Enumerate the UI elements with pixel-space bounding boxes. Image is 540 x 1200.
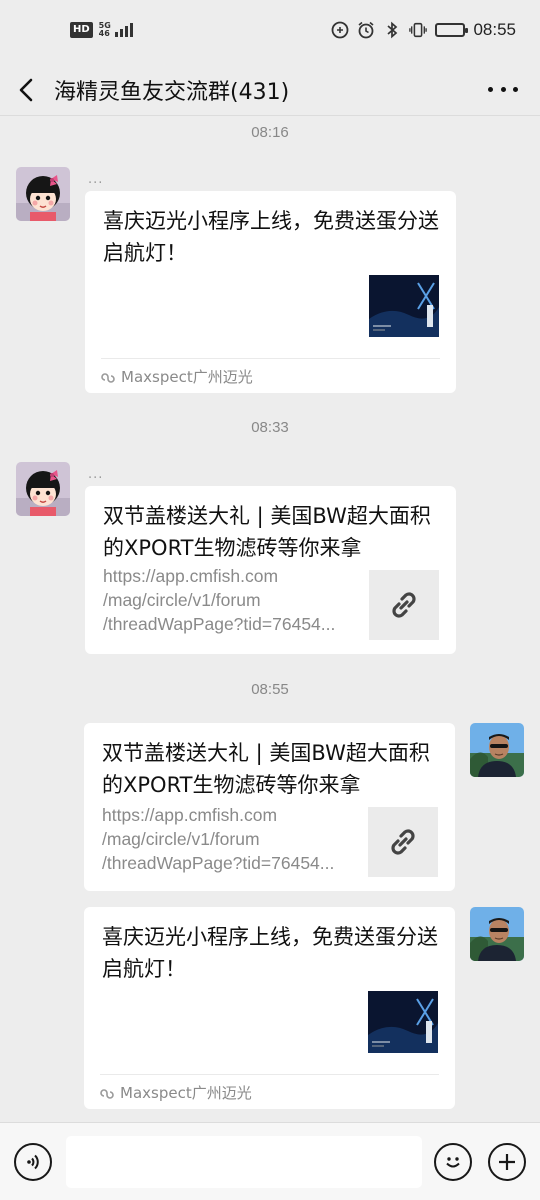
- link-card[interactable]: 双节盖楼送大礼 | 美国BW超大面积的XPORT生物滤砖等你来拿 https:/…: [84, 723, 455, 891]
- plus-button[interactable]: [488, 1143, 526, 1181]
- voice-button[interactable]: [14, 1143, 52, 1181]
- card-title: 双节盖楼送大礼 | 美国BW超大面积的XPORT生物滤砖等你来拿: [103, 504, 431, 560]
- timestamp: 08:55: [251, 681, 289, 698]
- alarm-icon: [357, 21, 375, 39]
- card-source: Maxspect广州迈光: [100, 1082, 252, 1103]
- avatar[interactable]: [16, 462, 70, 516]
- man-photo-avatar-icon: [470, 723, 524, 777]
- card-url-line: https://app.cmfish.com: [102, 805, 278, 825]
- message-list[interactable]: 08:16 ... 喜庆迈光小程序上线，免费送蛋分送启航灯！ Maxspect广…: [0, 116, 540, 1122]
- more-button[interactable]: [488, 74, 518, 104]
- status-time: 08:55: [473, 20, 516, 39]
- vibrate-icon: [409, 21, 428, 39]
- my-avatar[interactable]: [470, 723, 524, 777]
- card-url-line: /threadWapPage?tid=76454...: [102, 853, 335, 873]
- my-avatar[interactable]: [470, 907, 524, 961]
- maxspect-thumbnail-icon: [368, 991, 438, 1053]
- card-link-thumbnail: [368, 807, 438, 877]
- mini-program-card[interactable]: 喜庆迈光小程序上线，免费送蛋分送启航灯！ Maxspect广州迈光: [84, 907, 455, 1109]
- man-photo-avatar-icon: [470, 907, 524, 961]
- input-bar: [0, 1122, 540, 1200]
- bluetooth-icon: [383, 21, 401, 39]
- card-url-line: /mag/circle/v1/forum: [102, 829, 260, 849]
- card-thumbnail: [368, 991, 438, 1053]
- card-title: 双节盖楼送大礼 | 美国BW超大面积的XPORT生物滤砖等你来拿: [102, 741, 430, 797]
- card-url-line: /mag/circle/v1/forum: [103, 590, 261, 610]
- link-card[interactable]: 双节盖楼送大礼 | 美国BW超大面积的XPORT生物滤砖等你来拿 https:/…: [85, 486, 456, 654]
- card-url-line: /threadWapPage?tid=76454...: [103, 614, 336, 634]
- timestamp: 08:33: [251, 419, 289, 436]
- status-left: HD 5G 46: [70, 22, 133, 38]
- signal-icon: [114, 23, 133, 37]
- emoji-button[interactable]: [434, 1143, 472, 1181]
- sender-name: ...: [88, 467, 104, 482]
- network-type: 5G 46: [99, 22, 111, 38]
- card-divider: [100, 1074, 439, 1075]
- card-title: 喜庆迈光小程序上线，免费送蛋分送启航灯！: [102, 925, 438, 981]
- card-title: 喜庆迈光小程序上线，免费送蛋分送启航灯！: [103, 209, 439, 265]
- battery-icon: [435, 23, 469, 37]
- cartoon-girl-avatar-icon: [16, 462, 70, 516]
- card-source-label: Maxspect广州迈光: [120, 1084, 252, 1102]
- data-saver-icon: [331, 21, 349, 39]
- message-input[interactable]: [66, 1136, 422, 1188]
- plus-icon: [499, 1154, 515, 1170]
- card-link-thumbnail: [369, 570, 439, 640]
- card-source: Maxspect广州迈光: [101, 366, 253, 387]
- status-bar: HD 5G 46 08:55: [0, 0, 540, 64]
- sender-name: ...: [88, 172, 104, 187]
- card-divider: [101, 358, 440, 359]
- mini-program-icon: [101, 372, 115, 383]
- card-thumbnail: [369, 275, 439, 337]
- mini-program-card[interactable]: 喜庆迈光小程序上线，免费送蛋分送启航灯！ Maxspect广州迈光: [85, 191, 456, 393]
- mini-program-icon: [100, 1088, 114, 1099]
- card-source-label: Maxspect广州迈光: [121, 368, 253, 386]
- chevron-left-icon: [19, 78, 33, 102]
- chat-title: 海精灵鱼友交流群(431): [54, 80, 290, 105]
- link-icon: [392, 592, 416, 618]
- card-url: https://app.cmfish.com /mag/circle/v1/fo…: [103, 564, 358, 636]
- back-button[interactable]: [14, 72, 44, 108]
- hd-badge: HD: [70, 22, 93, 38]
- avatar[interactable]: [16, 167, 70, 221]
- status-right: 08:55: [331, 20, 516, 40]
- more-dots-icon: [488, 86, 493, 92]
- link-icon: [391, 829, 415, 855]
- timestamp: 08:16: [251, 124, 289, 141]
- network-type-bottom: 46: [98, 29, 110, 38]
- card-url: https://app.cmfish.com /mag/circle/v1/fo…: [102, 803, 357, 875]
- voice-icon: [27, 1154, 39, 1170]
- maxspect-thumbnail-icon: [369, 275, 439, 337]
- emoji-icon: [446, 1157, 460, 1168]
- card-url-line: https://app.cmfish.com: [103, 566, 279, 586]
- chat-header: 海精灵鱼友交流群(431): [0, 64, 540, 116]
- cartoon-girl-avatar-icon: [16, 167, 70, 221]
